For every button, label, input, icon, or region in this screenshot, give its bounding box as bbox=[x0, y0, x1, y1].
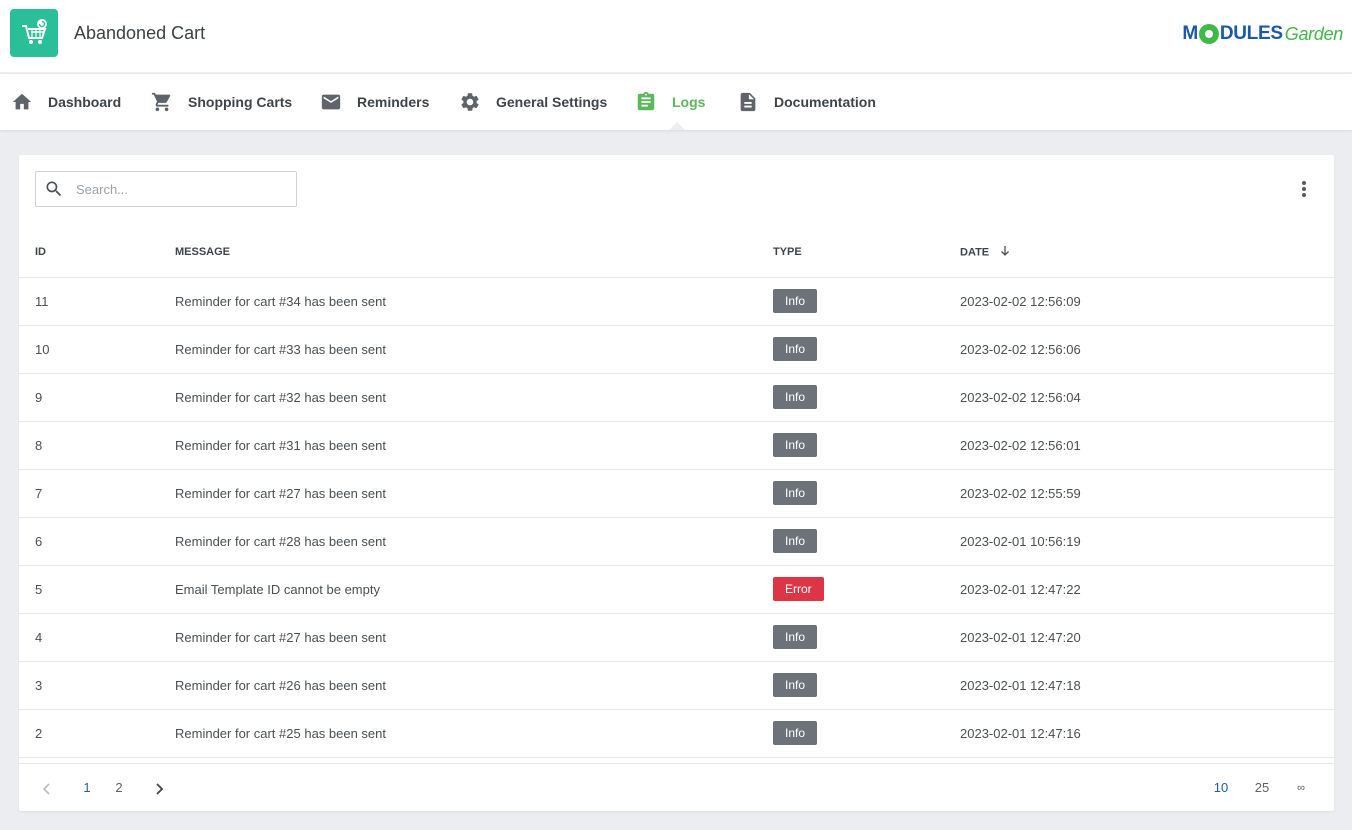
more-options-icon[interactable] bbox=[1298, 178, 1310, 200]
cell-date: 2023-02-02 12:56:06 bbox=[960, 325, 1334, 374]
next-page-icon[interactable] bbox=[149, 764, 169, 812]
gear-icon bbox=[458, 90, 482, 114]
cell-id: 11 bbox=[19, 277, 175, 326]
table-row[interactable]: 4 Reminder for cart #27 has been sent In… bbox=[19, 613, 1334, 662]
cell-id: 6 bbox=[19, 517, 175, 566]
column-header-date-label: DATE bbox=[960, 246, 990, 259]
cell-id: 5 bbox=[19, 565, 175, 614]
table-row[interactable]: 9 Reminder for cart #32 has been sent In… bbox=[19, 373, 1334, 422]
cell-id: 9 bbox=[19, 373, 175, 422]
type-badge: Info bbox=[773, 529, 818, 553]
type-badge: Info bbox=[773, 673, 818, 697]
prev-page-icon[interactable] bbox=[37, 764, 57, 812]
nav-general-settings[interactable]: General Settings bbox=[458, 74, 607, 130]
nav-documentation-label: Documentation bbox=[774, 94, 876, 110]
type-badge: Info bbox=[773, 289, 818, 313]
cell-date: 2023-02-01 12:47:20 bbox=[960, 613, 1334, 662]
cell-message: Email Template ID cannot be empty bbox=[175, 565, 773, 614]
cell-message: Reminder for cart #28 has been sent bbox=[175, 517, 773, 566]
table-row[interactable]: 7 Reminder for cart #27 has been sent In… bbox=[19, 469, 1334, 518]
nav-dashboard[interactable]: Dashboard bbox=[10, 74, 121, 130]
table-row[interactable]: 10 Reminder for cart #33 has been sent I… bbox=[19, 325, 1334, 374]
home-icon bbox=[10, 90, 34, 114]
nav-reminders[interactable]: Reminders bbox=[319, 74, 429, 130]
column-header-id[interactable]: ID bbox=[19, 228, 175, 278]
table-row[interactable]: 3 Reminder for cart #26 has been sent In… bbox=[19, 661, 1334, 710]
cell-id: 2 bbox=[19, 709, 175, 758]
top-bar: Abandoned Cart M DULES Garden bbox=[0, 0, 1352, 73]
cell-date: 2023-02-02 12:56:01 bbox=[960, 421, 1334, 470]
nav-logs-label: Logs bbox=[672, 94, 706, 110]
abandoned-cart-logo-icon bbox=[10, 9, 58, 57]
table-row[interactable]: 5 Email Template ID cannot be empty Erro… bbox=[19, 565, 1334, 614]
type-badge: Info bbox=[773, 433, 818, 457]
page-2-button[interactable]: 2 bbox=[109, 764, 129, 812]
table-row[interactable]: 2 Reminder for cart #25 has been sent In… bbox=[19, 709, 1334, 758]
cell-id: 7 bbox=[19, 469, 175, 518]
envelope-icon bbox=[319, 90, 343, 114]
logs-table: ID MESSAGE TYPE DATE 11 Reminder for car… bbox=[19, 228, 1334, 758]
active-tab-indicator bbox=[669, 122, 685, 130]
type-badge: Info bbox=[773, 481, 818, 505]
app-title: Abandoned Cart bbox=[74, 23, 206, 43]
page-size-10-button[interactable]: 10 bbox=[1209, 764, 1233, 812]
logs-panel: ID MESSAGE TYPE DATE 11 Reminder for car… bbox=[19, 155, 1334, 811]
cell-id: 3 bbox=[19, 661, 175, 710]
type-badge: Error bbox=[773, 577, 824, 601]
cell-date: 2023-02-02 12:56:04 bbox=[960, 373, 1334, 422]
nav-reminders-label: Reminders bbox=[357, 94, 430, 110]
type-badge: Info bbox=[773, 625, 818, 649]
cell-id: 4 bbox=[19, 613, 175, 662]
table-header-row: ID MESSAGE TYPE DATE bbox=[19, 228, 1334, 278]
cell-id: 8 bbox=[19, 421, 175, 470]
page-1-button[interactable]: 1 bbox=[77, 764, 97, 812]
cell-message: Reminder for cart #27 has been sent bbox=[175, 469, 773, 518]
column-header-date[interactable]: DATE bbox=[960, 228, 1334, 278]
cell-message: Reminder for cart #27 has been sent bbox=[175, 613, 773, 662]
page-size-all-button[interactable]: ∞ bbox=[1291, 764, 1311, 812]
search-box[interactable] bbox=[35, 171, 297, 207]
type-badge: Info bbox=[773, 385, 818, 409]
cell-date: 2023-02-01 12:47:16 bbox=[960, 709, 1334, 758]
cell-date: 2023-02-01 12:47:22 bbox=[960, 565, 1334, 614]
cell-message: Reminder for cart #33 has been sent bbox=[175, 325, 773, 374]
document-icon bbox=[736, 90, 760, 114]
type-badge: Info bbox=[773, 337, 818, 361]
cell-message: Reminder for cart #32 has been sent bbox=[175, 373, 773, 422]
page-size-25-button[interactable]: 25 bbox=[1250, 764, 1274, 812]
cell-id: 10 bbox=[19, 325, 175, 374]
type-badge: Info bbox=[773, 721, 818, 745]
nav-documentation[interactable]: Documentation bbox=[736, 74, 876, 130]
modulesgarden-logo: M DULES Garden bbox=[1182, 23, 1343, 44]
cell-date: 2023-02-01 10:56:19 bbox=[960, 517, 1334, 566]
pagination: 1 2 10 25 ∞ bbox=[19, 763, 1334, 811]
cell-message: Reminder for cart #34 has been sent bbox=[175, 277, 773, 326]
cart-icon bbox=[150, 90, 174, 114]
column-header-message[interactable]: MESSAGE bbox=[175, 228, 773, 278]
cell-date: 2023-02-02 12:55:59 bbox=[960, 469, 1334, 518]
column-header-type[interactable]: TYPE bbox=[773, 228, 960, 278]
nav-general-settings-label: General Settings bbox=[496, 94, 608, 110]
search-icon bbox=[44, 179, 64, 199]
search-input[interactable] bbox=[76, 181, 276, 197]
table-row[interactable]: 11 Reminder for cart #34 has been sent I… bbox=[19, 277, 1334, 326]
clipboard-icon bbox=[634, 90, 658, 114]
nav-dashboard-label: Dashboard bbox=[48, 94, 122, 110]
cell-message: Reminder for cart #31 has been sent bbox=[175, 421, 773, 470]
sort-descending-icon bbox=[999, 245, 1011, 260]
modulesgarden-globe-icon bbox=[1198, 24, 1219, 44]
cell-date: 2023-02-02 12:56:09 bbox=[960, 277, 1334, 326]
nav-shopping-carts[interactable]: Shopping Carts bbox=[150, 74, 292, 130]
cell-message: Reminder for cart #25 has been sent bbox=[175, 709, 773, 758]
cell-message: Reminder for cart #26 has been sent bbox=[175, 661, 773, 710]
table-row[interactable]: 8 Reminder for cart #31 has been sent In… bbox=[19, 421, 1334, 470]
nav-shopping-carts-label: Shopping Carts bbox=[188, 94, 293, 110]
cell-date: 2023-02-01 12:47:18 bbox=[960, 661, 1334, 710]
table-row[interactable]: 6 Reminder for cart #28 has been sent In… bbox=[19, 517, 1334, 566]
